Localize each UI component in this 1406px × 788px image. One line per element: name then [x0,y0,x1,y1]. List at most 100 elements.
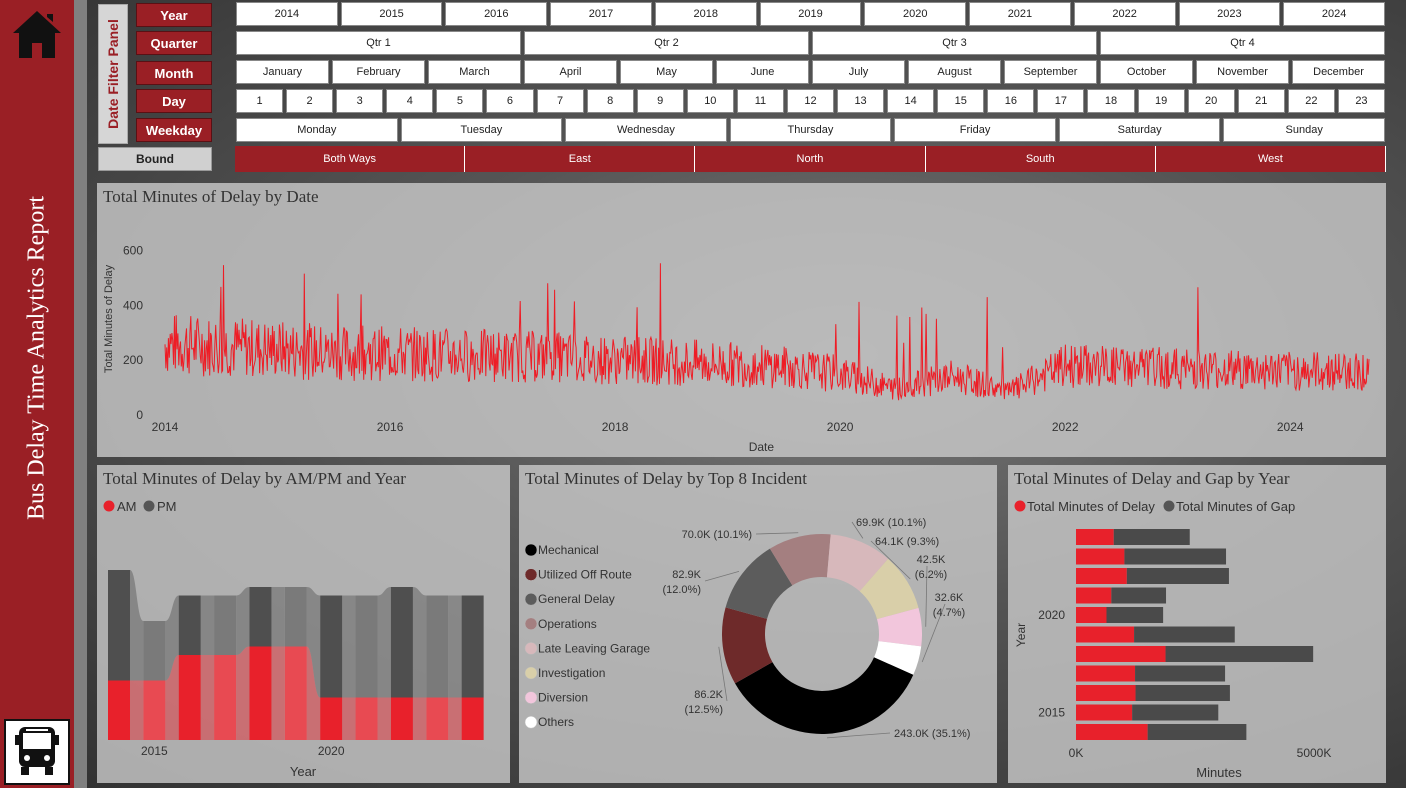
month-button-march[interactable]: March [428,60,521,84]
x-axis-title: Date [749,440,775,454]
day-button-13[interactable]: 13 [837,89,885,113]
gap-bar [1147,724,1247,740]
delay-bar [1076,724,1148,740]
data-label: (6.2%) [915,569,947,581]
weekday-button-thursday[interactable]: Thursday [729,118,892,142]
delay-bar [1076,568,1127,584]
pm-bar [214,595,237,655]
bus-icon[interactable] [4,719,70,785]
month-button-may[interactable]: May [620,60,713,84]
pm-bar [320,595,343,698]
year-button-2017[interactable]: 2017 [550,2,652,26]
weekday-button-tuesday[interactable]: Tuesday [400,118,563,142]
year-button-2024[interactable]: 2024 [1283,2,1385,26]
year-filter-label: Year [136,3,212,27]
month-button-september[interactable]: September [1004,60,1097,84]
legend-marker [524,543,538,557]
legend-label: Late Leaving Garage [538,641,650,655]
day-button-3[interactable]: 3 [336,89,384,113]
gap-bar [1126,568,1229,584]
legend-marker [524,691,538,704]
day-button-14[interactable]: 14 [887,89,935,113]
day-button-6[interactable]: 6 [486,89,534,113]
day-button-20[interactable]: 20 [1187,89,1235,113]
bound-button-both-ways[interactable]: Both Ways [235,146,466,172]
day-filter-label: Day [136,89,212,113]
x-tick-label: 2024 [1277,420,1304,434]
year-button-2018[interactable]: 2018 [654,2,757,26]
year-button-2015[interactable]: 2015 [340,2,443,26]
quarter-button-qtr-1[interactable]: Qtr 1 [236,31,521,55]
legend-marker [524,642,538,655]
legend-marker [524,592,538,606]
data-label: 82.9K [672,569,701,581]
bound-button-east[interactable]: East [465,146,696,172]
day-button-19[interactable]: 19 [1137,89,1185,113]
year-button-2023[interactable]: 2023 [1178,2,1281,26]
month-button-december[interactable]: December [1292,60,1385,84]
gap-bar [1134,626,1235,643]
day-button-12[interactable]: 12 [786,89,835,113]
weekday-button-friday[interactable]: Friday [894,118,1056,142]
year-button-2014[interactable]: 2014 [236,2,338,26]
day-button-9[interactable]: 9 [636,89,684,113]
month-button-february[interactable]: February [332,60,425,84]
month-button-october[interactable]: October [1100,60,1193,84]
day-button-7[interactable]: 7 [536,89,584,113]
delay-bar [1076,587,1112,604]
year-button-2021[interactable]: 2021 [969,2,1071,26]
bound-button-north[interactable]: North [695,146,926,172]
weekday-button-wednesday[interactable]: Wednesday [565,118,727,142]
am-ribbon [130,680,144,740]
home-icon[interactable] [11,8,63,60]
bound-button-south[interactable]: South [925,146,1156,172]
month-button-april[interactable]: April [524,60,617,84]
quarter-button-qtr-4[interactable]: Qtr 4 [1100,31,1385,55]
day-button-22[interactable]: 22 [1287,89,1335,113]
month-button-june[interactable]: June [716,60,809,84]
month-button-july[interactable]: July [812,60,905,84]
legend-label: Operations [538,617,597,631]
quarter-button-qtr-2[interactable]: Qtr 2 [524,31,809,55]
delay-bar [1076,626,1135,643]
day-button-15[interactable]: 15 [937,89,985,113]
day-button-5[interactable]: 5 [436,89,484,113]
day-button-17[interactable]: 17 [1037,89,1085,113]
report-title: Bus Delay Time Analytics Report [23,196,50,520]
am-bar [249,646,272,740]
legend-marker [524,568,538,581]
bound-button-west[interactable]: West [1155,146,1386,172]
weekday-button-monday[interactable]: Monday [236,118,398,142]
filter-panel-label: Date Filter Panel [98,4,128,144]
weekday-button-saturday[interactable]: Saturday [1058,118,1221,142]
day-button-16[interactable]: 16 [987,89,1035,113]
day-button-11[interactable]: 11 [736,89,784,113]
day-button-23[interactable]: 23 [1337,89,1385,113]
x-tick-label: 2014 [152,420,179,434]
legend-marker [524,666,538,680]
year-button-2022[interactable]: 2022 [1073,2,1176,26]
month-button-november[interactable]: November [1196,60,1289,84]
delay-series-line [164,263,1370,401]
year-button-2020[interactable]: 2020 [864,2,967,26]
year-button-2016[interactable]: 2016 [445,2,548,26]
day-button-4[interactable]: 4 [386,89,434,113]
gap-bar [1135,665,1226,682]
am-ribbon [236,646,250,740]
day-button-2[interactable]: 2 [286,89,334,113]
day-button-8[interactable]: 8 [586,89,634,113]
month-button-january[interactable]: January [236,60,329,84]
quarter-button-qtr-3[interactable]: Qtr 3 [812,31,1097,55]
pm-ribbon [236,587,250,655]
month-button-august[interactable]: August [908,60,1001,84]
day-button-18[interactable]: 18 [1087,89,1135,113]
weekday-button-sunday[interactable]: Sunday [1223,118,1385,142]
data-label: 86.2K [694,689,723,701]
am-bar [426,697,449,740]
day-button-21[interactable]: 21 [1237,89,1285,113]
legend-delay-marker [1014,500,1026,512]
weekday-filter-label: Weekday [136,118,212,142]
year-button-2019[interactable]: 2019 [759,2,862,26]
day-button-10[interactable]: 10 [686,89,734,113]
day-button-1[interactable]: 1 [236,89,284,113]
